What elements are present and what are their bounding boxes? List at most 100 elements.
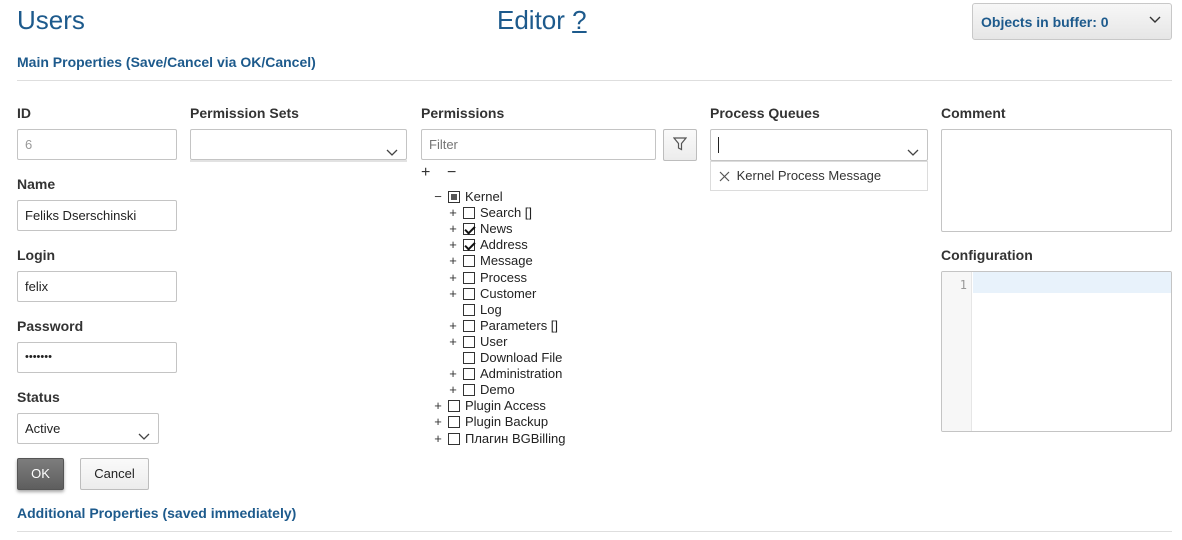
- expand-icon[interactable]: +: [448, 286, 458, 302]
- line-number: 1: [959, 278, 967, 292]
- tree-checkbox[interactable]: [463, 271, 475, 284]
- name-label: Name: [17, 176, 56, 192]
- help-link[interactable]: ?: [572, 5, 586, 35]
- tree-node: + Message: [448, 253, 533, 269]
- tree-label[interactable]: Message: [480, 253, 533, 268]
- chevron-down-icon: [1149, 12, 1161, 28]
- ok-button[interactable]: OK: [17, 458, 64, 490]
- tree-checkbox[interactable]: [463, 384, 475, 397]
- expand-icon[interactable]: +: [448, 318, 458, 334]
- tree-node: + Parameters []: [448, 318, 558, 334]
- page-title: Users: [17, 5, 85, 35]
- tree-label[interactable]: Plugin Access: [465, 398, 546, 413]
- chevron-down-icon: [138, 423, 150, 440]
- status-select[interactable]: Active: [17, 413, 159, 444]
- expand-icon[interactable]: +: [433, 398, 443, 414]
- cancel-button[interactable]: Cancel: [80, 458, 149, 490]
- configuration-editor[interactable]: 1: [941, 271, 1172, 432]
- tree-node: + User: [448, 334, 507, 350]
- chevron-down-icon: [907, 139, 919, 156]
- tree-checkbox[interactable]: [463, 239, 475, 252]
- tree-checkbox[interactable]: [448, 416, 460, 429]
- tree-checkbox[interactable]: [448, 400, 460, 413]
- tree-node: + Plugin Backup: [433, 414, 548, 430]
- expand-icon[interactable]: +: [448, 205, 458, 221]
- password-label: Password: [17, 318, 84, 334]
- tree-checkbox[interactable]: [463, 207, 475, 220]
- expand-icon[interactable]: +: [448, 366, 458, 382]
- tree-node: + Search []: [448, 205, 532, 221]
- tree-label[interactable]: Плагин BGBilling: [465, 431, 565, 446]
- id-field: 6: [17, 129, 177, 160]
- login-label: Login: [17, 247, 56, 263]
- expand-icon[interactable]: +: [448, 237, 458, 253]
- expand-icon[interactable]: +: [448, 253, 458, 269]
- permission-sets-select[interactable]: [190, 129, 407, 160]
- expand-all-button[interactable]: +: [421, 164, 430, 182]
- permission-sets-label: Permission Sets: [190, 105, 299, 121]
- tree-checkbox[interactable]: [463, 335, 475, 348]
- configuration-label: Configuration: [941, 247, 1033, 263]
- text-cursor: [718, 137, 719, 153]
- tree-label[interactable]: Demo: [480, 382, 515, 397]
- tree-checkbox[interactable]: [463, 255, 475, 268]
- tree-label[interactable]: Search []: [480, 205, 532, 220]
- expand-icon[interactable]: +: [448, 270, 458, 286]
- tree-node: + News: [448, 221, 513, 237]
- tree-label[interactable]: Process: [480, 270, 527, 285]
- name-field[interactable]: Feliks Dserschinski: [17, 200, 177, 231]
- tree-node: + Demo: [448, 382, 515, 398]
- expand-icon[interactable]: +: [448, 334, 458, 350]
- password-field[interactable]: •••••••: [17, 342, 177, 373]
- tree-label[interactable]: Customer: [480, 286, 536, 301]
- tree-label[interactable]: Kernel: [465, 189, 503, 204]
- tree-checkbox[interactable]: [463, 368, 475, 381]
- tree-checkbox[interactable]: [463, 352, 475, 364]
- tree-label[interactable]: Log: [480, 302, 502, 317]
- close-icon[interactable]: [719, 164, 733, 192]
- expand-icon[interactable]: +: [448, 382, 458, 398]
- tree-checkbox[interactable]: [463, 223, 475, 236]
- status-value: Active: [25, 421, 61, 436]
- tree-label[interactable]: Administration: [480, 366, 562, 381]
- tree-node: + Address: [448, 237, 528, 253]
- tree-label[interactable]: News: [480, 221, 513, 236]
- tree-checkbox[interactable]: [448, 432, 460, 445]
- process-queues-select[interactable]: [710, 129, 928, 161]
- queue-chip-label: Kernel Process Message: [736, 168, 882, 183]
- comment-textarea[interactable]: [941, 129, 1172, 232]
- objects-buffer-dropdown[interactable]: Objects in buffer: 0: [972, 3, 1172, 40]
- collapse-all-button[interactable]: −: [447, 164, 456, 182]
- permissions-tree: − Kernel + Search [] + News + Address + Message + P…: [433, 189, 703, 449]
- divider: [17, 531, 1172, 532]
- status-label: Status: [17, 389, 60, 405]
- tree-node: + Плагин BGBilling: [433, 431, 565, 447]
- tree-node: Log: [448, 302, 502, 318]
- divider: [17, 80, 1172, 81]
- tree-label[interactable]: Parameters []: [480, 318, 558, 333]
- tree-node: + Process: [448, 270, 527, 286]
- tree-label[interactable]: User: [480, 334, 507, 349]
- tree-node: + Administration: [448, 366, 562, 382]
- collapse-icon[interactable]: −: [433, 189, 443, 205]
- permission-sets-underline: [190, 160, 407, 162]
- filter-icon: [672, 137, 688, 152]
- tree-label[interactable]: Address: [480, 237, 528, 252]
- expand-icon[interactable]: +: [448, 221, 458, 237]
- tree-node: Download File: [448, 350, 562, 366]
- main-properties-title: Main Properties (Save/Cancel via OK/Canc…: [17, 54, 316, 70]
- expand-icon[interactable]: +: [433, 431, 443, 447]
- permissions-filter-input[interactable]: [421, 129, 656, 160]
- tree-checkbox[interactable]: [463, 287, 475, 300]
- tree-label[interactable]: Plugin Backup: [465, 414, 548, 429]
- expand-icon[interactable]: +: [433, 414, 443, 430]
- tree-checkbox[interactable]: [463, 319, 475, 332]
- login-field[interactable]: felix: [17, 271, 177, 302]
- tree-checkbox[interactable]: [448, 191, 460, 203]
- line-gutter: 1: [942, 272, 972, 431]
- tree-label[interactable]: Download File: [480, 350, 562, 365]
- filter-button[interactable]: [663, 129, 697, 161]
- tree-checkbox[interactable]: [463, 303, 475, 316]
- additional-properties-title: Additional Properties (saved immediately…: [17, 505, 297, 521]
- id-label: ID: [17, 105, 31, 121]
